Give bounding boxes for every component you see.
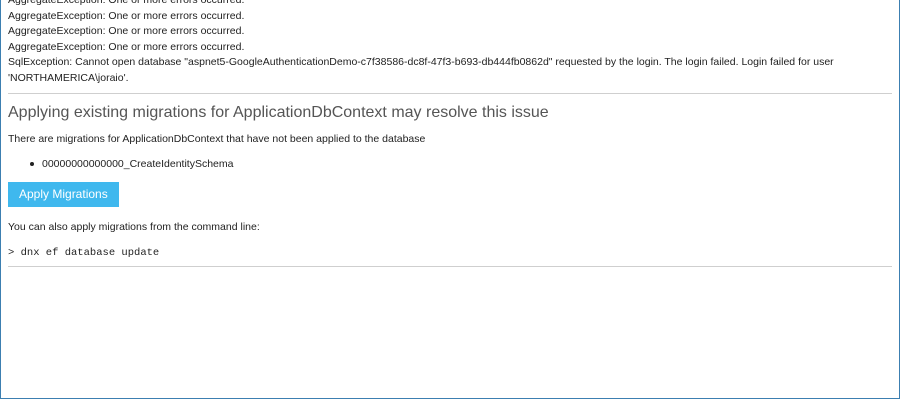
exception-line: AggregateException: One or more errors o… [8,0,245,6]
section-divider-bottom [8,266,892,267]
exception-line: AggregateException: One or more errors o… [8,9,245,22]
migrations-description: There are migrations for ApplicationDbCo… [8,133,426,145]
exception-list: AggregateException: One or more errors o… [8,0,892,86]
command-line-snippet: > dnx ef database update [8,247,160,259]
sql-exception-line: SqlException: Cannot open database "aspn… [8,56,834,84]
exception-line: AggregateException: One or more errors o… [8,25,245,37]
exception-line: AggregateException: One or more errors o… [8,40,245,53]
apply-migrations-button[interactable]: Apply Migrations [8,182,119,207]
migrations-title: Applying existing migrations for Applica… [8,104,549,121]
migration-item: 00000000000000_CreateIdentitySchema [30,157,892,171]
migrations-section: Applying existing migrations for Applica… [8,94,892,266]
pending-migrations-list: 00000000000000_CreateIdentitySchema [8,157,892,171]
command-line-description: You can also apply migrations from the c… [8,221,260,233]
error-page-content: AggregateException: One or more errors o… [8,0,892,267]
